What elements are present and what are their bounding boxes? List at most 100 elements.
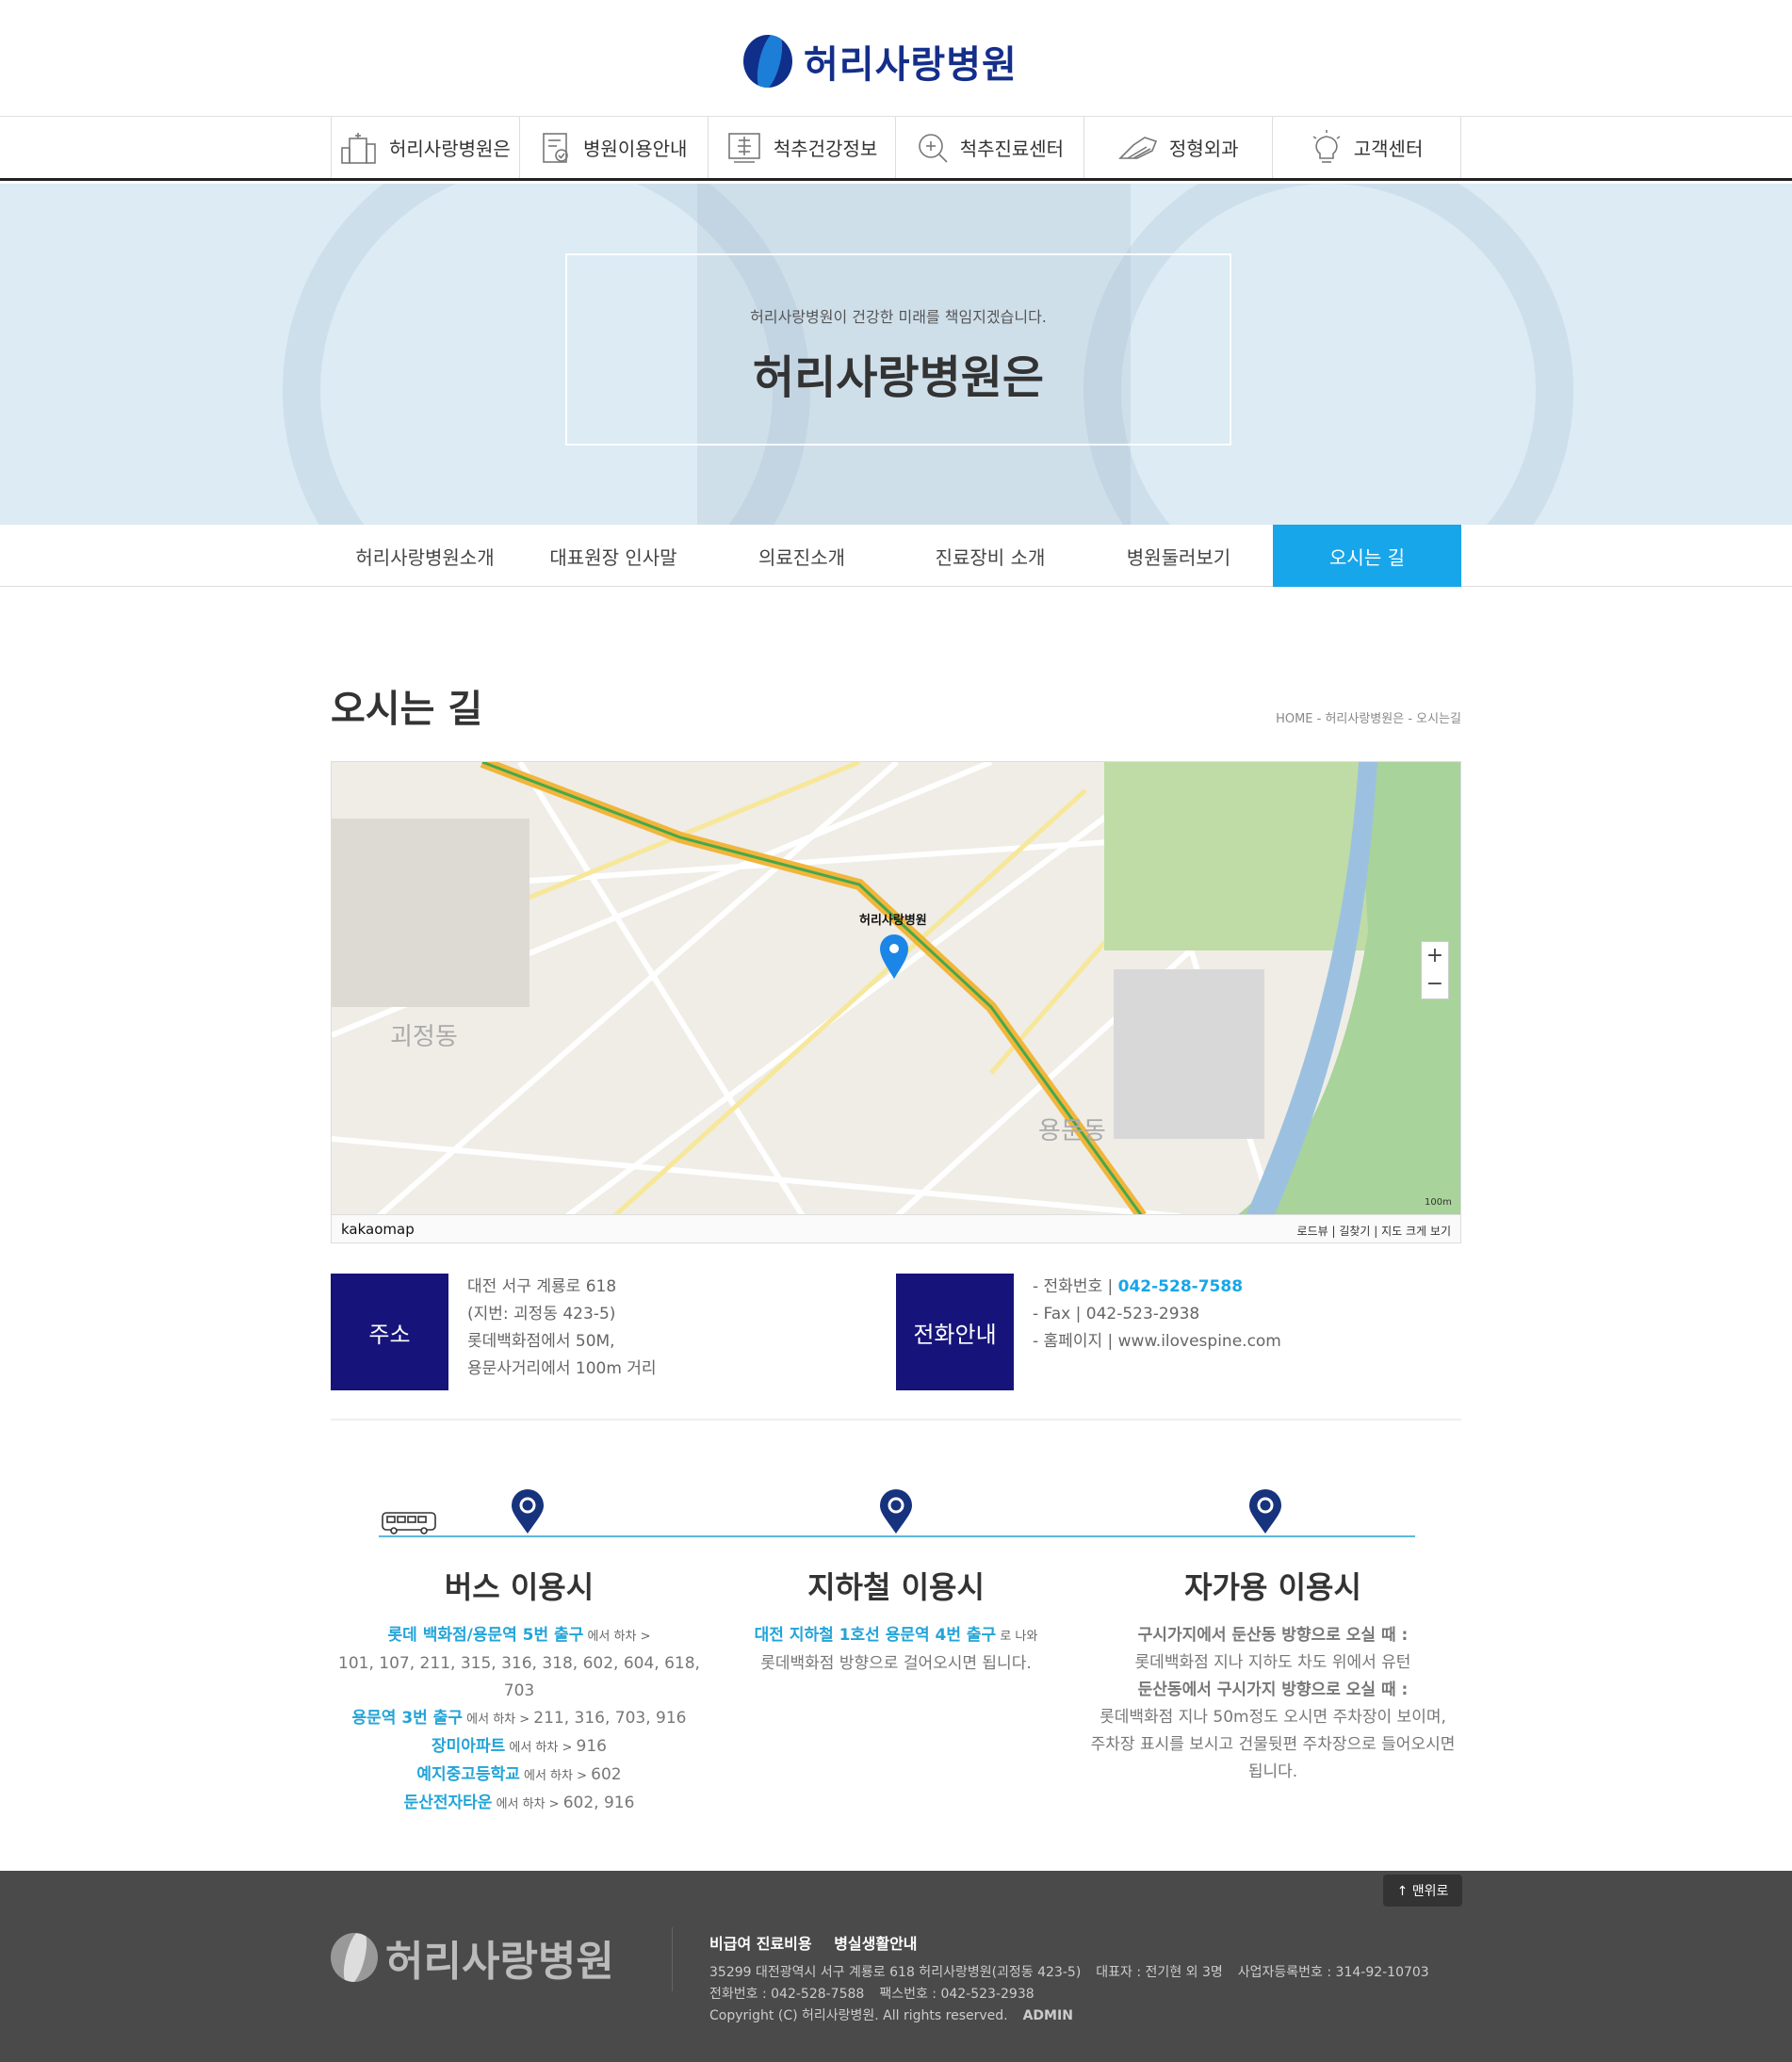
footer-ceo: 대표자 : 전기현 외 3명 xyxy=(1096,1965,1223,1980)
hero-subtitle: 허리사랑병원이 건강한 미래를 책임지겠습니다. xyxy=(750,308,1047,326)
clipboard-check-icon xyxy=(543,132,568,163)
bus-stop: 둔산전자타운 xyxy=(403,1794,493,1812)
site-logo[interactable]: 허리사랑병원 xyxy=(743,34,1018,89)
snb-item-directions[interactable]: 오시는 길 xyxy=(1273,525,1461,587)
footer: ↑ 맨위로 허리사랑병원 비급여 진료비용 병실생활안내 35299 대전광역시… xyxy=(0,1871,1792,2062)
snb-item-intro[interactable]: 허리사랑병원소개 xyxy=(331,525,519,587)
car-title: 자가용 이용시 xyxy=(1184,1569,1361,1605)
bus-section: 버스 이용시 롯데 백화점/용문역 5번 출구 에서 하차 > 101, 107… xyxy=(331,1564,708,1818)
gnb-label: 병원이용안내 xyxy=(583,138,688,160)
map-dong-label: 괴정동 xyxy=(390,1023,458,1051)
subway-section: 지하철 이용시 대전 지하철 1호선 용문역 4번 출구 로 나와 롯데백화점 … xyxy=(708,1564,1084,1678)
location-pin-icon xyxy=(1249,1489,1281,1534)
gnb-item-about[interactable]: 허리사랑병원은 xyxy=(332,117,520,178)
location-pin-icon xyxy=(512,1489,544,1534)
bus-routes: 602, 916 xyxy=(562,1794,635,1812)
snb-item-equipment[interactable]: 진료장비 소개 xyxy=(896,525,1084,587)
map-canvas[interactable]: 괴정동 용문동 허리사랑병원 100m xyxy=(332,762,1461,1220)
subway-desc: 롯데백화점 방향으로 걸어오시면 됩니다. xyxy=(760,1654,1032,1673)
footer-link-ward[interactable]: 병실생활안내 xyxy=(834,1935,917,1953)
bus-routes: 101, 107, 211, 315, 316, 318, 602, 604, … xyxy=(338,1654,700,1700)
kakao-map-logo[interactable]: kakaomap xyxy=(341,1221,415,1238)
address-line: (지번: 괴정동 423-5) xyxy=(467,1305,616,1323)
footer-biz-number: 사업자등록번호 : 314-92-10703 xyxy=(1237,1965,1429,1980)
map-scale: 100m xyxy=(1425,1197,1452,1208)
bus-routes: 211, 316, 703, 916 xyxy=(533,1709,687,1728)
sub-nav: 허리사랑병원소개 대표원장 인사말 의료진소개 진료장비 소개 병원둘러보기 오… xyxy=(0,525,1792,587)
bus-routes: 602 xyxy=(591,1765,622,1784)
zoom-in-button[interactable]: + xyxy=(1422,942,1448,970)
gnb-item-orthopedics[interactable]: 정형외과 xyxy=(1084,117,1274,178)
main-nav: 허리사랑병원은 병원이용안내 척추건강정보 척추진료센터 정형외과 고객센터 xyxy=(0,117,1792,181)
snb-item-doctors[interactable]: 의료진소개 xyxy=(708,525,896,587)
contact-block: 전화안내 - 전화번호 | 042-528-7588 - Fax | 042-5… xyxy=(896,1274,1281,1390)
car-desc: 됩니다. xyxy=(1247,1762,1298,1781)
divider xyxy=(331,1419,1461,1421)
snb-item-greeting[interactable]: 대표원장 인사말 xyxy=(519,525,708,587)
address-block: 주소 대전 서구 계룡로 618 (지번: 괴정동 423-5) 롯데백화점에서… xyxy=(331,1274,657,1390)
bus-note: 에서 하차 > xyxy=(505,1741,577,1755)
bus-icon xyxy=(382,1512,436,1534)
footer-admin-link[interactable]: ADMIN xyxy=(1023,2008,1073,2023)
map-footer: kakaomap 로드뷰 | 길찾기 | 지도 크게 보기 xyxy=(332,1214,1460,1242)
car-desc: 롯데백화점 지나 지하도 차도 위에서 유턴 xyxy=(1134,1653,1411,1672)
snb-item-tour[interactable]: 병원둘러보기 xyxy=(1084,525,1273,587)
footer-link-fees[interactable]: 비급여 진료비용 xyxy=(709,1935,812,1953)
bus-note: 에서 하차 > xyxy=(583,1630,651,1644)
car-direction: 둔산동에서 구시가지 방향으로 오실 때 : xyxy=(1137,1680,1409,1699)
footer-logo[interactable]: 허리사랑병원 xyxy=(331,1927,614,1988)
location-map[interactable]: 괴정동 용문동 허리사랑병원 100m + − kakaomap 로드뷰 | 길… xyxy=(331,761,1461,1243)
address-badge: 주소 xyxy=(331,1274,448,1390)
subway-note: 로 나와 xyxy=(996,1630,1038,1644)
back-to-top-button[interactable]: ↑ 맨위로 xyxy=(1383,1875,1462,1907)
bus-stop: 용문역 3번 출구 xyxy=(351,1709,464,1728)
homepage-link[interactable]: - 홈페이지 | www.ilovespine.com xyxy=(1033,1328,1281,1356)
tel-number[interactable]: 042-528-7588 xyxy=(1118,1277,1243,1296)
footer-logo-text: 허리사랑병원 xyxy=(385,1938,614,1986)
address-line: 대전 서구 계룡로 618 xyxy=(467,1277,617,1296)
hospital-building-icon xyxy=(341,132,376,164)
gnb-item-spine-info[interactable]: 척추건강정보 xyxy=(709,117,897,178)
page-title: 오시는 길 xyxy=(331,688,483,731)
bus-title: 버스 이용시 xyxy=(444,1569,595,1605)
footer-logo-mark-icon xyxy=(331,1933,378,1982)
gnb-item-spine-center[interactable]: 척추진료센터 xyxy=(896,117,1085,178)
logo-text: 허리사랑병원 xyxy=(804,43,1018,87)
bus-stop: 예지중고등학교 xyxy=(416,1765,520,1784)
footer-fax: 팩스번호 : 042-523-2938 xyxy=(879,1987,1034,2002)
address-line: 용문사거리에서 100m 거리 xyxy=(467,1359,657,1378)
gnb-item-customer[interactable]: 고객센터 xyxy=(1273,117,1461,178)
footer-copyright: Copyright (C) 허리사랑병원. All rights reserve… xyxy=(709,2008,1008,2023)
map-zoom-control: + − xyxy=(1421,941,1449,999)
gnb-label: 척추진료센터 xyxy=(959,138,1065,160)
gnb-label: 고객센터 xyxy=(1353,138,1424,160)
car-section: 자가용 이용시 구시가지에서 둔산동 방향으로 오실 때 : 롯데백화점 지나 … xyxy=(1084,1564,1461,1786)
gnb-label: 척추건강정보 xyxy=(773,138,878,160)
contact-badge: 전화안내 xyxy=(896,1274,1014,1390)
bus-stop: 장미아파트 xyxy=(432,1737,506,1756)
fax-number: - Fax | 042-523-2938 xyxy=(1033,1305,1200,1323)
bus-routes: 916 xyxy=(576,1737,607,1756)
map-links[interactable]: 로드뷰 | 길찾기 | 지도 크게 보기 xyxy=(1297,1223,1451,1239)
gnb-label: 허리사랑병원은 xyxy=(389,138,511,160)
location-pin-icon xyxy=(880,1489,912,1534)
tel-label: - 전화번호 | xyxy=(1033,1277,1118,1296)
logo-mark-icon xyxy=(743,35,792,88)
hero-banner: 허리사랑병원이 건강한 미래를 책임지겠습니다. 허리사랑병원은 xyxy=(0,184,1792,525)
car-desc: 롯데백화점 지나 50m정도 오시면 주차장이 보이며, xyxy=(1100,1708,1446,1727)
hero-title: 허리사랑병원은 xyxy=(752,351,1045,404)
hero-box: 허리사랑병원이 건강한 미래를 책임지겠습니다. 허리사랑병원은 xyxy=(565,253,1231,446)
header: 허리사랑병원 xyxy=(0,0,1792,117)
footer-tel: 전화번호 : 042-528-7588 xyxy=(709,1987,865,2002)
spine-chart-icon xyxy=(728,132,760,163)
address-line: 롯데백화점에서 50M, xyxy=(467,1332,615,1351)
car-desc: 주차장 표시를 보시고 건물뒷편 주차장으로 들어오시면 xyxy=(1090,1735,1456,1754)
subway-title: 지하철 이용시 xyxy=(807,1569,985,1605)
zoom-out-button[interactable]: − xyxy=(1422,970,1448,999)
bone-joint-icon xyxy=(1117,136,1157,159)
map-marker-label: 허리사랑병원 xyxy=(859,913,927,928)
car-direction: 구시가지에서 둔산동 방향으로 오실 때 : xyxy=(1137,1626,1409,1645)
bus-stop: 롯데 백화점/용문역 5번 출구 xyxy=(387,1626,584,1645)
gnb-item-guide[interactable]: 병원이용안내 xyxy=(520,117,709,178)
bus-note: 에서 하차 > xyxy=(519,1769,592,1783)
